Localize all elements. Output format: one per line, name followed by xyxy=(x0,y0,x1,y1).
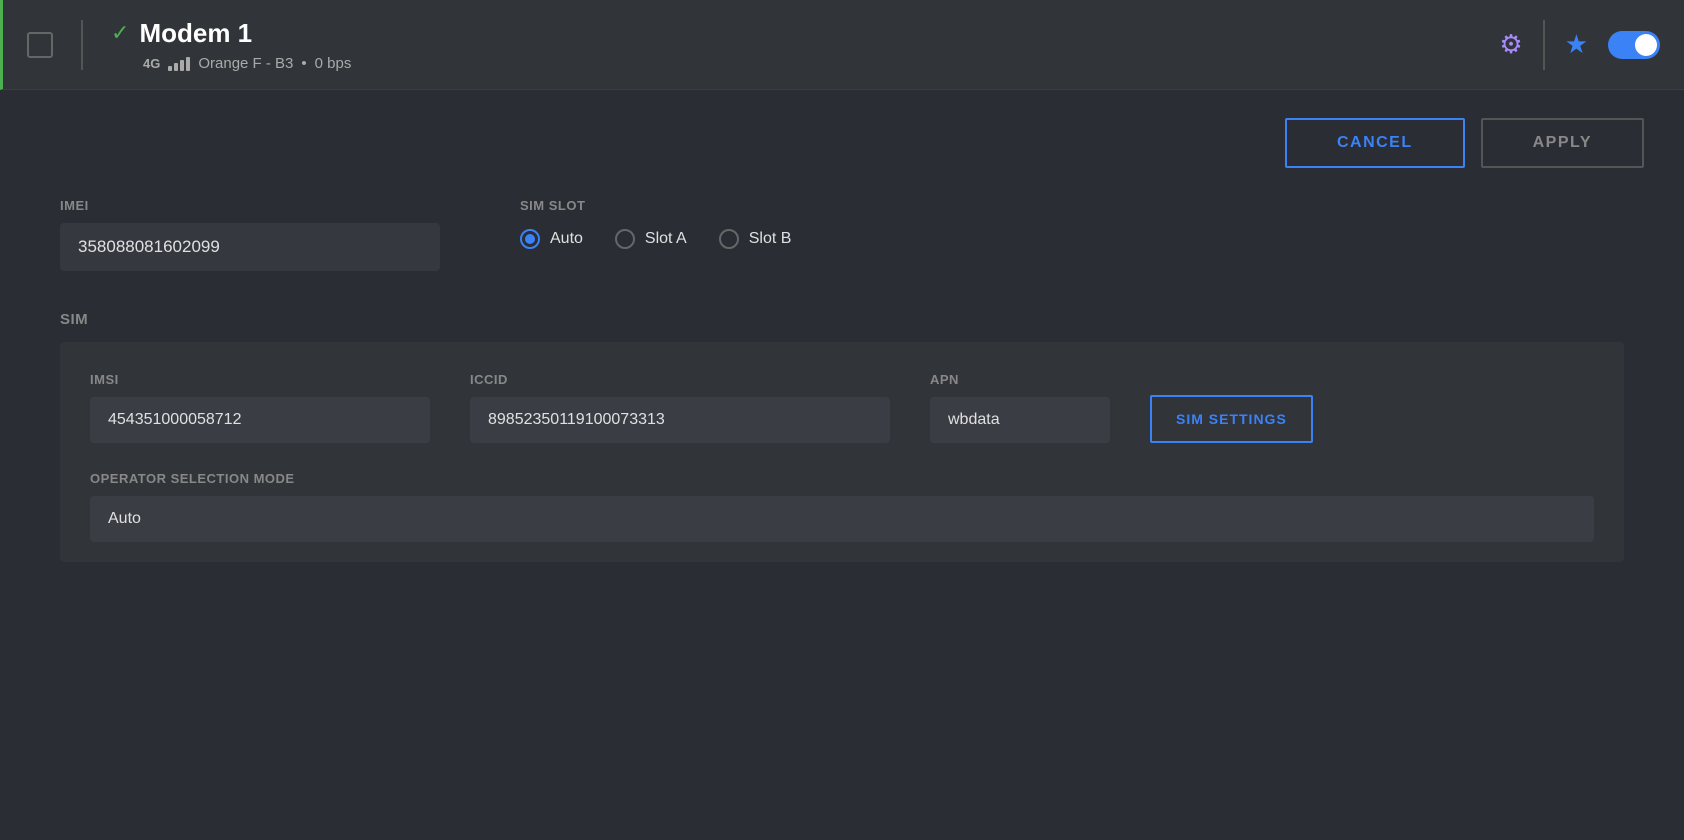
header-right-divider xyxy=(1543,20,1545,70)
signal-bar-1 xyxy=(168,66,172,71)
radio-auto-circle xyxy=(520,229,540,249)
modem-title: Modem 1 xyxy=(139,18,252,49)
apn-value: wbdata xyxy=(930,397,1110,443)
page-container: ✓ Modem 1 4G Orange F - B3 • 0 bps xyxy=(0,0,1684,840)
apply-button[interactable]: APPLY xyxy=(1481,118,1644,168)
sim-section-label: SIM xyxy=(60,311,1624,328)
action-bar: CANCEL APPLY xyxy=(0,90,1684,188)
signal-bar-3 xyxy=(180,60,184,71)
radio-slotb-label: Slot B xyxy=(749,230,792,248)
imsi-field: IMSI 454351000058712 xyxy=(90,372,430,443)
modem-subtitle: 4G Orange F - B3 • 0 bps xyxy=(111,55,351,72)
header-left: ✓ Modem 1 4G Orange F - B3 • 0 bps xyxy=(27,18,1499,72)
modem-info: ✓ Modem 1 4G Orange F - B3 • 0 bps xyxy=(111,18,351,72)
radio-slotb-circle xyxy=(719,229,739,249)
signal-bars-icon xyxy=(168,55,190,71)
gear-icon[interactable]: ⚙ xyxy=(1499,29,1522,60)
sim-card: IMSI 454351000058712 ICCID 8985235011910… xyxy=(60,342,1624,562)
operator-value: Auto xyxy=(90,496,1594,542)
radio-auto-label: Auto xyxy=(550,230,583,248)
apn-field: APN wbdata xyxy=(930,372,1110,443)
sim-slot-field-group: SIM Slot Auto Slot A xyxy=(520,198,791,271)
operator-section: Operator Selection Mode Auto xyxy=(90,471,1594,542)
header-bar: ✓ Modem 1 4G Orange F - B3 • 0 bps xyxy=(0,0,1684,90)
apn-label: APN xyxy=(930,372,1110,387)
sim-slot-b[interactable]: Slot B xyxy=(719,229,792,249)
imsi-value: 454351000058712 xyxy=(90,397,430,443)
modem-title-row: ✓ Modem 1 xyxy=(111,18,351,49)
imei-field-group: IMEI 358088081602099 xyxy=(60,198,440,271)
iccid-field: ICCID 89852350119100073313 xyxy=(470,372,890,443)
iccid-label: ICCID xyxy=(470,372,890,387)
sim-slot-radio-group: Auto Slot A Slot B xyxy=(520,229,791,249)
header-divider xyxy=(81,20,83,70)
sim-slot-a[interactable]: Slot A xyxy=(615,229,687,249)
network-type-badge: 4G xyxy=(143,56,160,71)
radio-auto-dot xyxy=(525,234,535,244)
iccid-value: 89852350119100073313 xyxy=(470,397,890,443)
radio-slota-circle xyxy=(615,229,635,249)
operator-value-wrapper: Auto xyxy=(90,496,1594,542)
star-icon[interactable]: ★ xyxy=(1565,29,1588,60)
speed-value: 0 bps xyxy=(315,55,352,72)
top-row: IMEI 358088081602099 SIM Slot Auto xyxy=(60,198,1624,271)
dot-separator: • xyxy=(301,55,306,72)
sim-slot-auto[interactable]: Auto xyxy=(520,229,583,249)
modem-checkbox[interactable] xyxy=(27,32,53,58)
sim-settings-button[interactable]: SIM SETTINGS xyxy=(1150,395,1313,443)
sim-fields-row: IMSI 454351000058712 ICCID 8985235011910… xyxy=(90,372,1594,443)
radio-slota-label: Slot A xyxy=(645,230,687,248)
signal-bar-2 xyxy=(174,63,178,71)
content-area: IMEI 358088081602099 SIM Slot Auto xyxy=(0,188,1684,602)
toggle-knob xyxy=(1635,34,1657,56)
signal-bar-4 xyxy=(186,57,190,71)
imei-value: 358088081602099 xyxy=(60,223,440,271)
modem-toggle[interactable] xyxy=(1608,31,1660,59)
imei-label: IMEI xyxy=(60,198,440,213)
sim-slot-label: SIM Slot xyxy=(520,198,791,213)
main-content: CANCEL APPLY IMEI 358088081602099 SIM Sl… xyxy=(0,90,1684,840)
cancel-button[interactable]: CANCEL xyxy=(1285,118,1465,168)
status-check-icon: ✓ xyxy=(111,22,129,44)
imsi-label: IMSI xyxy=(90,372,430,387)
header-right: ⚙ ★ xyxy=(1499,20,1660,70)
operator-label: Operator Selection Mode xyxy=(90,471,1594,486)
carrier-name: Orange F - B3 xyxy=(198,55,293,72)
